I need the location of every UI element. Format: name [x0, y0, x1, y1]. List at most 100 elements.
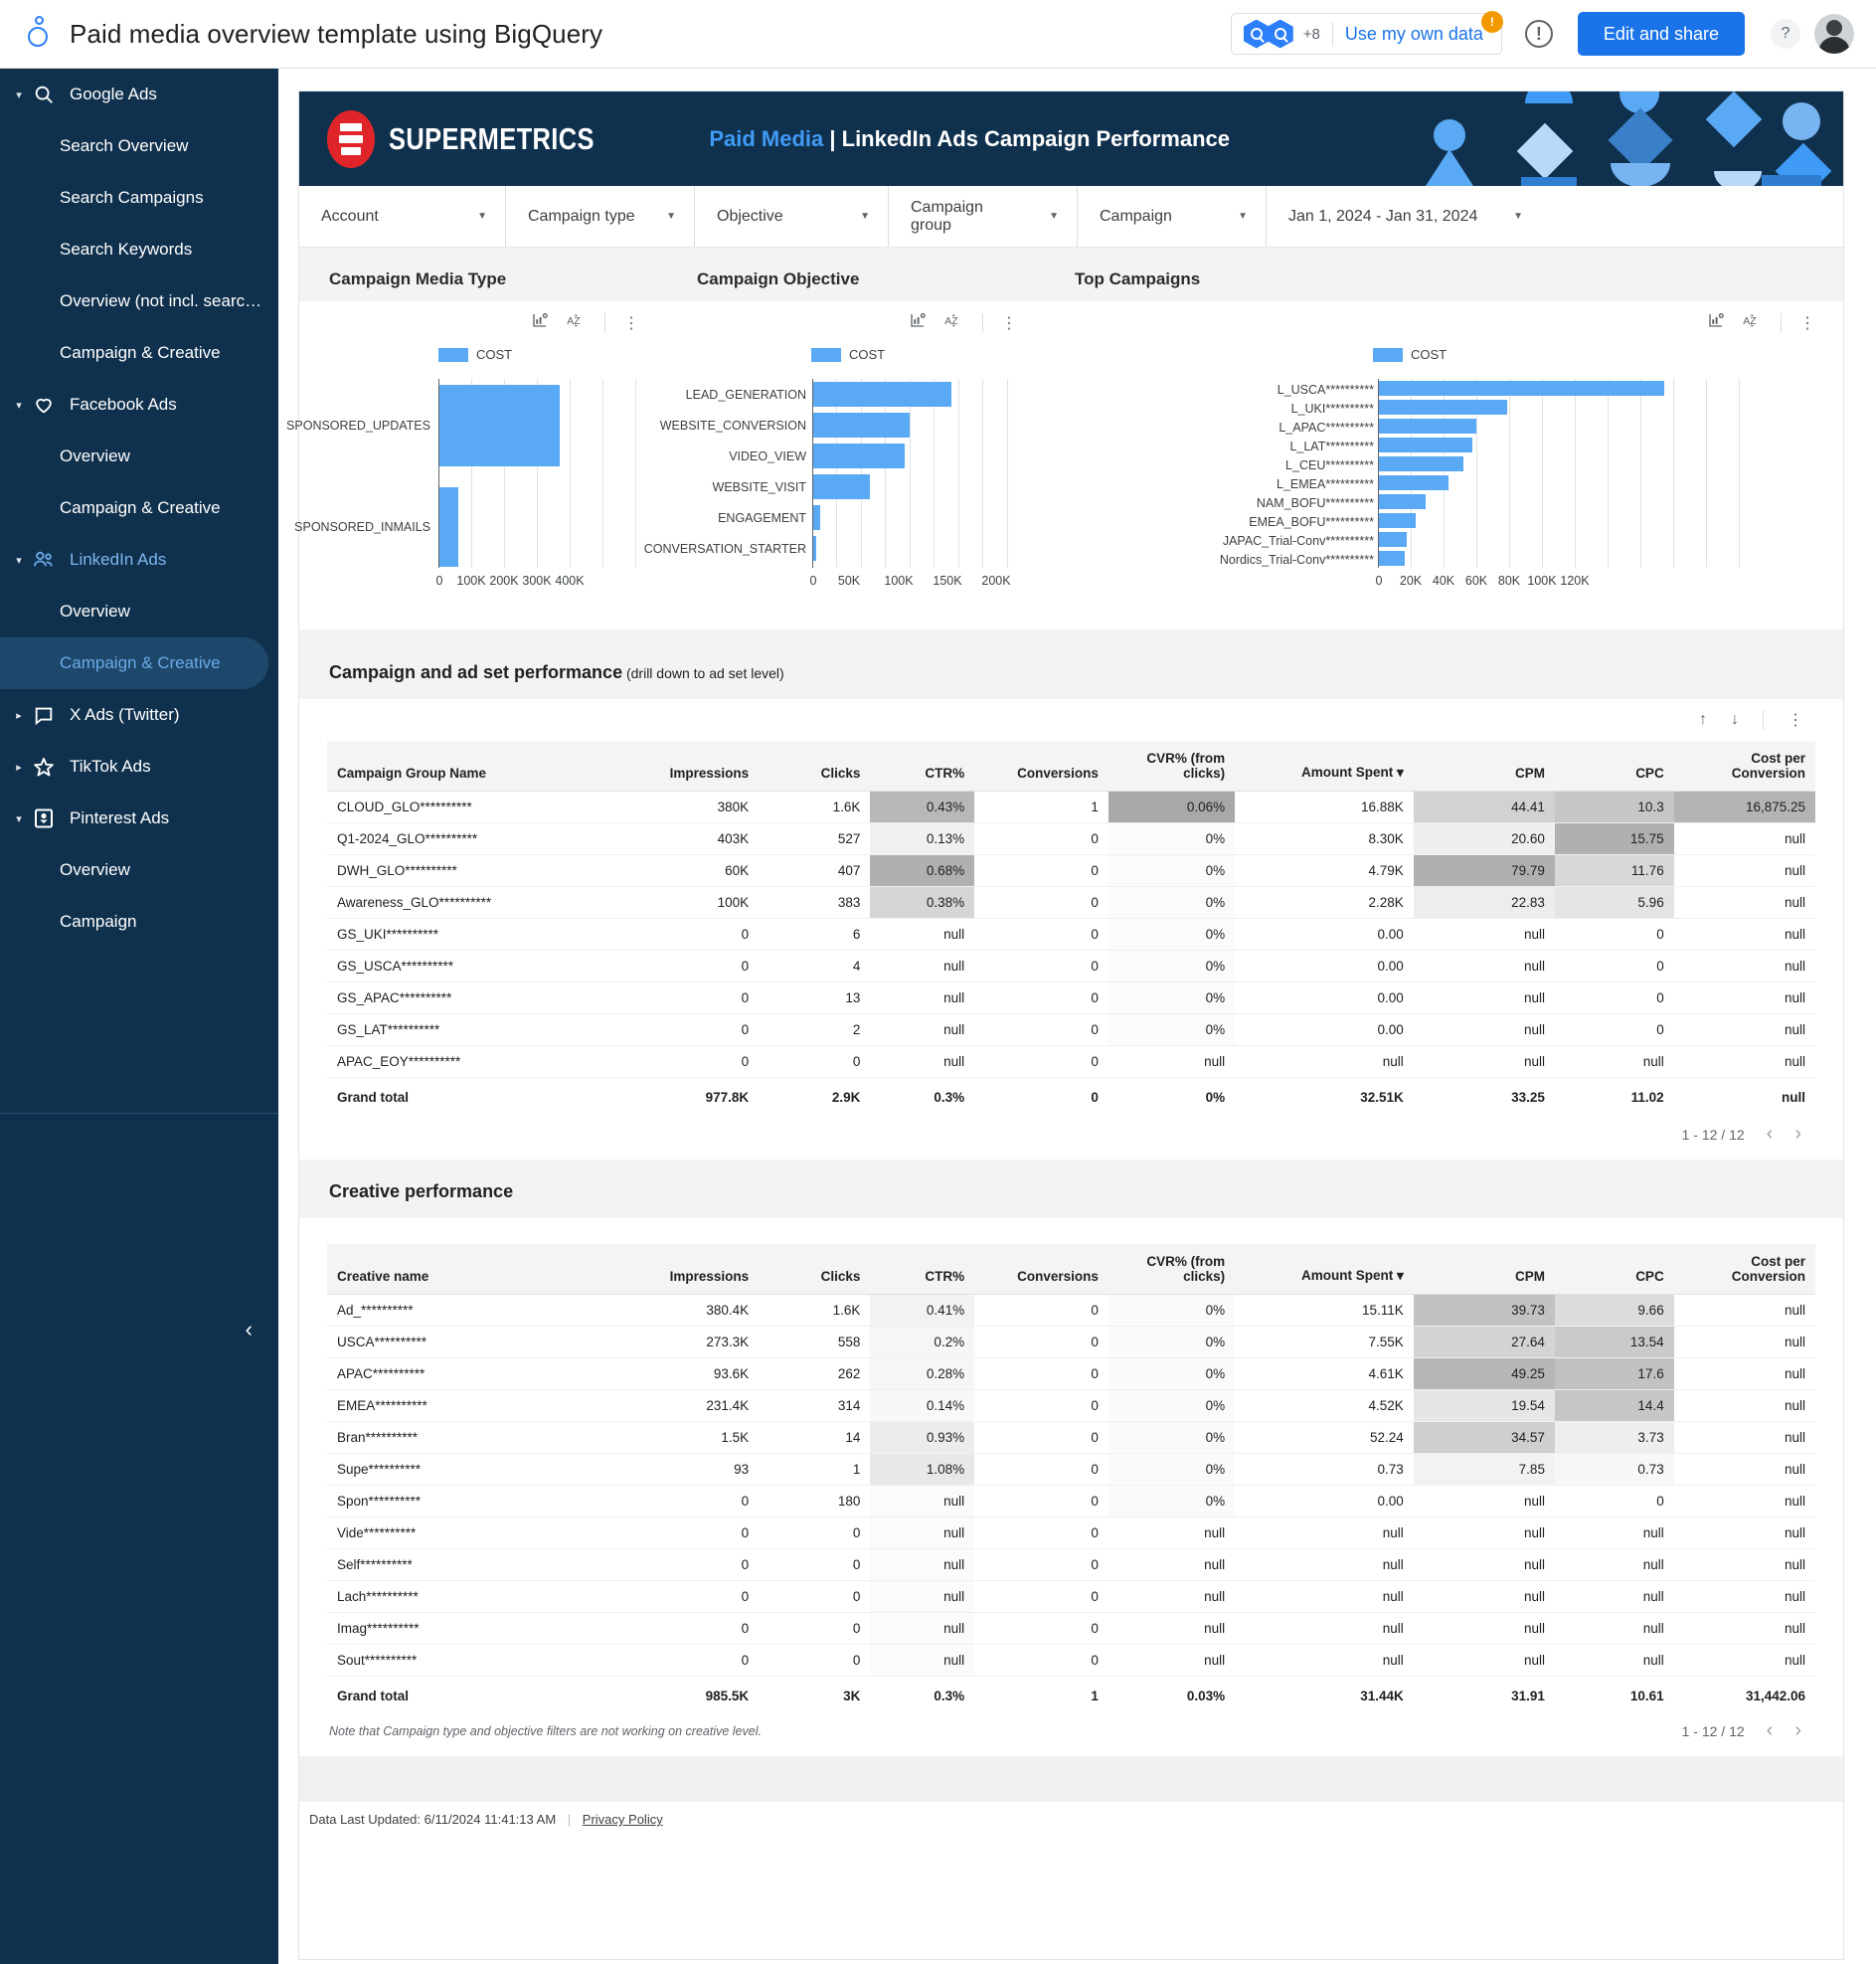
table-row[interactable]: GS_APAC********** 0 13 null 0 0% 0.00 nu…	[327, 982, 1815, 1014]
sidebar-item-search-keywords[interactable]: Search Keywords	[0, 224, 278, 275]
table-row[interactable]: DWH_GLO********** 60K 407 0.68% 0 0% 4.7…	[327, 854, 1815, 887]
column-header-cpm[interactable]: CPM	[1413, 1244, 1555, 1295]
table-row[interactable]: Supe********** 93 1 1.08% 0 0% 0.73 7.85…	[327, 1453, 1815, 1486]
sidebar-item-facebook-overview[interactable]: Overview	[0, 431, 278, 482]
chevron-right-icon: ▸	[16, 709, 22, 722]
column-header-impressions[interactable]: Impressions	[609, 1244, 760, 1295]
column-header-clicks[interactable]: Clicks	[759, 741, 871, 792]
help-button[interactable]: ?	[1771, 19, 1800, 49]
cell-clicks: 0	[759, 1045, 871, 1078]
sort-descending-icon[interactable]: ↓	[1731, 711, 1739, 729]
previous-page-icon[interactable]: ‹	[1767, 1123, 1774, 1146]
sidebar-item-linkedin-campaign-creative[interactable]: Campaign & Creative	[0, 637, 268, 689]
table-row[interactable]: USCA********** 273.3K 558 0.2% 0 0% 7.55…	[327, 1326, 1815, 1358]
column-header-ctr[interactable]: CTR%	[870, 741, 975, 792]
table-row[interactable]: Spon********** 0 180 null 0 0% 0.00 null…	[327, 1485, 1815, 1518]
column-header-cvr[interactable]: CVR% (from clicks)	[1108, 741, 1236, 792]
table-row[interactable]: APAC********** 93.6K 262 0.28% 0 0% 4.61…	[327, 1357, 1815, 1390]
table-row[interactable]: APAC_EOY********** 0 0 null 0 null null …	[327, 1045, 1815, 1078]
sidebar-group-tiktok-ads[interactable]: ▸ TikTok Ads	[0, 741, 278, 793]
filter-objective[interactable]: Objective ▼	[695, 186, 889, 247]
sidebar-group-pinterest-ads[interactable]: ▾ Pinterest Ads	[0, 793, 278, 844]
sidebar-item-facebook-campaign-creative[interactable]: Campaign & Creative	[0, 482, 278, 534]
table-row[interactable]: CLOUD_GLO********** 380K 1.6K 0.43% 1 0.…	[327, 791, 1815, 823]
bar-l-apac[interactable]	[1379, 419, 1476, 434]
sidebar-item-linkedin-overview[interactable]: Overview	[0, 586, 278, 637]
table-row[interactable]: Vide********** 0 0 null 0 null null null…	[327, 1517, 1815, 1549]
bar-nordics-trial-conv[interactable]	[1379, 551, 1405, 566]
privacy-policy-link[interactable]: Privacy Policy	[583, 1812, 663, 1827]
table-row[interactable]: GS_USCA********** 0 4 null 0 0% 0.00 nul…	[327, 950, 1815, 982]
column-header-campaign-group-name[interactable]: Campaign Group Name	[327, 741, 610, 792]
bar-l-usca[interactable]	[1379, 381, 1664, 396]
sidebar-item-overview-not-incl-search[interactable]: Overview (not incl. searc…	[0, 275, 278, 327]
bar-website-visit[interactable]	[813, 474, 870, 499]
bar-lead-generation[interactable]	[813, 382, 951, 407]
table-row[interactable]: GS_UKI********** 0 6 null 0 0% 0.00 null…	[327, 918, 1815, 951]
sidebar-item-search-overview[interactable]: Search Overview	[0, 120, 278, 172]
bar-nam-bofu[interactable]	[1379, 494, 1426, 509]
table-row[interactable]: GS_LAT********** 0 2 null 0 0% 0.00 null…	[327, 1013, 1815, 1046]
table1-grand-total-row: Grand total 977.8K 2.9K 0.3% 0 0% 32.51K…	[327, 1078, 1815, 1114]
table-row[interactable]: Awareness_GLO********** 100K 383 0.38% 0…	[327, 886, 1815, 919]
table-row[interactable]: Ad_********** 380.4K 1.6K 0.41% 0 0% 15.…	[327, 1294, 1815, 1327]
sidebar-item-pinterest-overview[interactable]: Overview	[0, 844, 278, 896]
table-more-options-icon[interactable]: ⋮	[1788, 710, 1803, 730]
next-page-icon[interactable]: ›	[1794, 1123, 1801, 1146]
previous-page-icon[interactable]: ‹	[1767, 1719, 1774, 1742]
column-header-cost-per-conversion[interactable]: Cost per Conversion	[1673, 741, 1815, 792]
table-row[interactable]: Lach********** 0 0 null 0 null null null…	[327, 1580, 1815, 1613]
column-header-cpc[interactable]: CPC	[1554, 741, 1674, 792]
bar-l-lat[interactable]	[1379, 438, 1472, 452]
info-button[interactable]: !	[1516, 11, 1562, 57]
column-header-amount-spent[interactable]: Amount Spent ▾	[1235, 1244, 1414, 1295]
table-row[interactable]: Q1-2024_GLO********** 403K 527 0.13% 0 0…	[327, 822, 1815, 855]
column-header-cost-per-conversion[interactable]: Cost per Conversion	[1673, 1244, 1815, 1295]
bar-website-conversion[interactable]	[813, 413, 910, 438]
sidebar-group-x-ads[interactable]: ▸ X Ads (Twitter)	[0, 689, 278, 741]
filter-campaign[interactable]: Campaign ▼	[1078, 186, 1267, 247]
bar-sponsored-inmails[interactable]	[439, 487, 458, 567]
column-header-cpm[interactable]: CPM	[1413, 741, 1555, 792]
edit-and-share-button[interactable]: Edit and share	[1577, 12, 1745, 56]
data-sources-chip[interactable]: +8 Use my own data !	[1230, 10, 1503, 55]
sidebar-item-search-campaigns[interactable]: Search Campaigns	[0, 172, 278, 224]
filter-account[interactable]: Account ▼	[299, 186, 506, 247]
sort-ascending-icon[interactable]: ↑	[1699, 711, 1707, 729]
bar-l-ceu[interactable]	[1379, 456, 1463, 471]
bar-video-view[interactable]	[813, 444, 905, 468]
table-row[interactable]: EMEA********** 231.4K 314 0.14% 0 0% 4.5…	[327, 1389, 1815, 1422]
filter-campaign-group[interactable]: Campaign group ▼	[889, 186, 1078, 247]
sidebar-group-google-ads[interactable]: ▾ Google Ads	[0, 69, 278, 120]
column-header-impressions[interactable]: Impressions	[609, 741, 760, 792]
filter-date-range[interactable]: Jan 1, 2024 - Jan 31, 2024 ▼	[1267, 186, 1541, 247]
sidebar-item-google-campaign-creative[interactable]: Campaign & Creative	[0, 327, 278, 379]
column-header-conversions[interactable]: Conversions	[974, 741, 1109, 792]
next-page-icon[interactable]: ›	[1794, 1719, 1801, 1742]
bar-l-uki[interactable]	[1379, 400, 1507, 415]
table-row[interactable]: Imag********** 0 0 null 0 null null null…	[327, 1612, 1815, 1645]
bar-l-emea[interactable]	[1379, 475, 1449, 490]
filter-campaign-type[interactable]: Campaign type ▼	[506, 186, 695, 247]
column-header-creative-name[interactable]: Creative name	[327, 1244, 610, 1295]
sidebar-group-linkedin-ads[interactable]: ▾ LinkedIn Ads	[0, 534, 278, 586]
bar-emea-bofu[interactable]	[1379, 513, 1416, 528]
bar-sponsored-updates[interactable]	[439, 385, 560, 466]
column-header-cpc[interactable]: CPC	[1554, 1244, 1674, 1295]
bar-japac-trial-conv[interactable]	[1379, 532, 1407, 547]
column-header-clicks[interactable]: Clicks	[759, 1244, 871, 1295]
table-row[interactable]: Sout********** 0 0 null 0 null null null…	[327, 1644, 1815, 1677]
bar-conversation-starter[interactable]	[813, 536, 816, 561]
user-avatar[interactable]	[1814, 14, 1854, 54]
use-my-own-data-link[interactable]: Use my own data !	[1345, 10, 1503, 45]
sidebar-collapse-button[interactable]: ‹	[246, 1317, 253, 1342]
table-row[interactable]: Self********** 0 0 null 0 null null null…	[327, 1548, 1815, 1581]
column-header-amount-spent[interactable]: Amount Spent ▾	[1235, 741, 1414, 792]
column-header-conversions[interactable]: Conversions	[974, 1244, 1109, 1295]
column-header-ctr[interactable]: CTR%	[870, 1244, 975, 1295]
sidebar-group-facebook-ads[interactable]: ▾ Facebook Ads	[0, 379, 278, 431]
bar-engagement[interactable]	[813, 505, 820, 530]
sidebar-item-pinterest-campaign[interactable]: Campaign	[0, 896, 278, 948]
table-row[interactable]: Bran********** 1.5K 14 0.93% 0 0% 52.24 …	[327, 1421, 1815, 1454]
column-header-cvr[interactable]: CVR% (from clicks)	[1108, 1244, 1236, 1295]
